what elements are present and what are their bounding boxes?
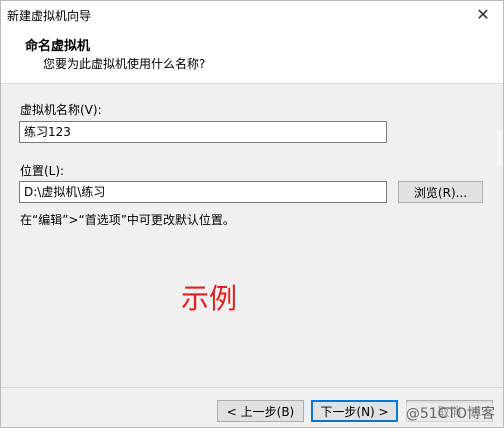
location-label: 位置(L): bbox=[20, 164, 65, 178]
wizard-header: 命名虚拟机 您要为此虚拟机使用什么名称? bbox=[1, 27, 503, 84]
window-title: 新建虚拟机向导 bbox=[7, 9, 92, 23]
new-vm-wizard-window: 新建虚拟机向导 ✕ 命名虚拟机 您要为此虚拟机使用什么名称? 虚拟机名称(V):… bbox=[0, 0, 504, 428]
next-button[interactable]: 下一步(N) > bbox=[311, 400, 398, 422]
page-subtitle: 您要为此虚拟机使用什么名称? bbox=[43, 57, 206, 71]
location-input[interactable]: D:\虚拟机\练习 bbox=[19, 181, 387, 203]
vm-name-label: 虚拟机名称(V): bbox=[20, 103, 102, 117]
example-annotation: 示例 bbox=[181, 282, 238, 315]
watermark: @51CTO博客 bbox=[403, 403, 497, 423]
title-bar: 新建虚拟机向导 ✕ bbox=[1, 1, 503, 27]
page-title: 命名虚拟机 bbox=[25, 39, 91, 54]
default-location-hint: 在“编辑”>“首选项”中可更改默认位置。 bbox=[20, 213, 235, 227]
browse-button[interactable]: 浏览(R)... bbox=[398, 181, 483, 203]
close-icon[interactable]: ✕ bbox=[471, 3, 495, 25]
vm-name-input[interactable]: 练习123 bbox=[19, 121, 387, 143]
edge-strip bbox=[497, 131, 503, 165]
back-button[interactable]: < 上一步(B) bbox=[217, 400, 304, 422]
footer-divider bbox=[1, 387, 503, 388]
